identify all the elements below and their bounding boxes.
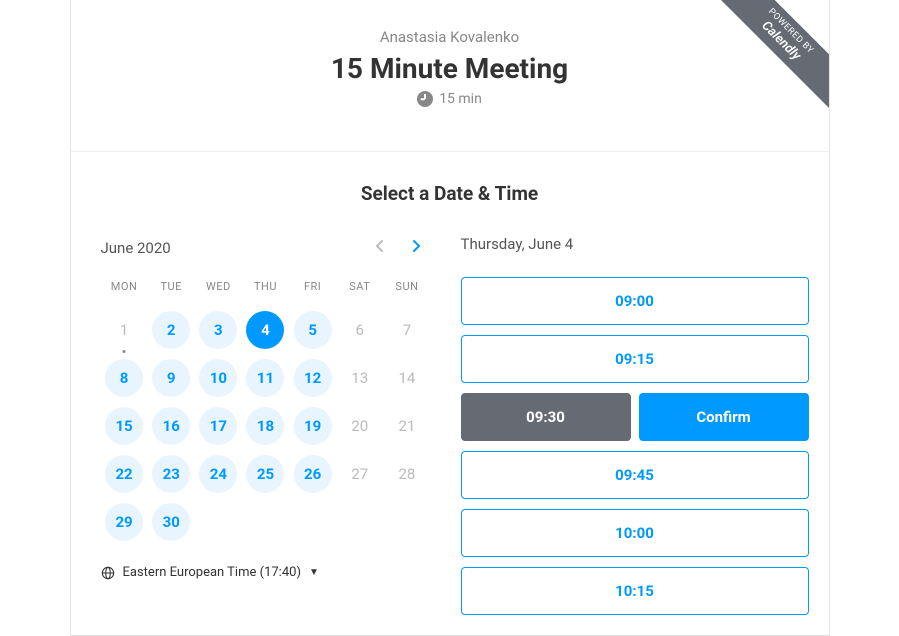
time-slots: 09:0009:1509:30Confirm09:4510:0010:15 bbox=[461, 277, 809, 615]
duration-text: 15 min bbox=[439, 91, 482, 107]
host-name: Anastasia Kovalenko bbox=[91, 28, 809, 46]
section-title: Select a Date & Time bbox=[91, 182, 809, 205]
calendar-header: June 2020 bbox=[101, 235, 431, 260]
time-slot-button[interactable]: 10:00 bbox=[461, 509, 809, 557]
calendar-day: 6 bbox=[341, 311, 379, 349]
time-slot-row: 10:00 bbox=[461, 509, 809, 557]
calendar-day: 20 bbox=[341, 407, 379, 445]
calendar-day[interactable]: 5 bbox=[294, 311, 332, 349]
calendar-day: 27 bbox=[341, 455, 379, 493]
weekday-header: TUE bbox=[148, 280, 195, 301]
prev-month-button[interactable] bbox=[371, 235, 389, 260]
header: Anastasia Kovalenko 15 Minute Meeting 15… bbox=[71, 0, 829, 152]
month-nav bbox=[371, 235, 431, 260]
calendar-day[interactable]: 17 bbox=[199, 407, 237, 445]
time-slot-button[interactable]: 09:15 bbox=[461, 335, 809, 383]
timezone-label: Eastern European Time (17:40) bbox=[123, 565, 301, 580]
body: Select a Date & Time June 2020 MONTUEWED… bbox=[71, 152, 829, 635]
time-slot-button[interactable]: 09:30 bbox=[461, 393, 631, 441]
time-slot-button[interactable]: 09:00 bbox=[461, 277, 809, 325]
calendar-day[interactable]: 10 bbox=[199, 359, 237, 397]
calendar-day[interactable]: 25 bbox=[246, 455, 284, 493]
calendar-day[interactable]: 16 bbox=[152, 407, 190, 445]
time-slot-row: 09:30Confirm bbox=[461, 393, 809, 441]
calendar-day: 28 bbox=[388, 455, 426, 493]
calendar-day[interactable]: 30 bbox=[152, 503, 190, 541]
calendar-day[interactable]: 3 bbox=[199, 311, 237, 349]
chevron-right-icon bbox=[411, 239, 421, 253]
time-slot-row: 09:00 bbox=[461, 277, 809, 325]
meeting-title: 15 Minute Meeting bbox=[91, 52, 809, 85]
confirm-button[interactable]: Confirm bbox=[639, 393, 809, 441]
calendar-day[interactable]: 11 bbox=[246, 359, 284, 397]
duration-row: 15 min bbox=[417, 91, 482, 107]
weekday-header: SAT bbox=[336, 280, 383, 301]
calendar-day: 7 bbox=[388, 311, 426, 349]
caret-down-icon: ▼ bbox=[309, 567, 319, 578]
calendar-day[interactable]: 26 bbox=[294, 455, 332, 493]
columns: June 2020 MONTUEWEDTHUFRISATSUN123456789… bbox=[91, 235, 809, 615]
booking-widget: POWERED BY Calendly Anastasia Kovalenko … bbox=[70, 0, 830, 636]
timezone-selector[interactable]: Eastern European Time (17:40) ▼ bbox=[101, 565, 431, 580]
calendar-day: 14 bbox=[388, 359, 426, 397]
calendar-day[interactable]: 9 bbox=[152, 359, 190, 397]
time-slot-button[interactable]: 09:45 bbox=[461, 451, 809, 499]
time-column: Thursday, June 4 09:0009:1509:30Confirm0… bbox=[461, 235, 809, 615]
calendar-day[interactable]: 4 bbox=[246, 311, 284, 349]
calendar-day: 21 bbox=[388, 407, 426, 445]
weekday-header: THU bbox=[242, 280, 289, 301]
time-slot-row: 09:15 bbox=[461, 335, 809, 383]
weekday-header: WED bbox=[195, 280, 242, 301]
calendar-column: June 2020 MONTUEWEDTHUFRISATSUN123456789… bbox=[91, 235, 431, 615]
chevron-left-icon bbox=[375, 239, 385, 253]
time-slot-row: 09:45 bbox=[461, 451, 809, 499]
calendar-day: 13 bbox=[341, 359, 379, 397]
calendar-day[interactable]: 2 bbox=[152, 311, 190, 349]
next-month-button[interactable] bbox=[407, 235, 425, 260]
clock-icon bbox=[417, 91, 433, 107]
calendar-day[interactable]: 15 bbox=[105, 407, 143, 445]
calendar-day: 1 bbox=[105, 311, 143, 349]
weekday-header: SUN bbox=[383, 280, 430, 301]
globe-icon bbox=[101, 566, 115, 580]
calendar-day[interactable]: 12 bbox=[294, 359, 332, 397]
calendar-day[interactable]: 22 bbox=[105, 455, 143, 493]
calendar-day[interactable]: 19 bbox=[294, 407, 332, 445]
calendar-grid: MONTUEWEDTHUFRISATSUN1234567891011121314… bbox=[101, 280, 431, 541]
selected-date-label: Thursday, June 4 bbox=[461, 235, 809, 253]
today-indicator bbox=[123, 350, 126, 353]
calendar-day[interactable]: 8 bbox=[105, 359, 143, 397]
weekday-header: MON bbox=[101, 280, 148, 301]
calendar-day[interactable]: 23 bbox=[152, 455, 190, 493]
weekday-header: FRI bbox=[289, 280, 336, 301]
calendar-day[interactable]: 18 bbox=[246, 407, 284, 445]
calendar-day[interactable]: 29 bbox=[105, 503, 143, 541]
calendar-day[interactable]: 24 bbox=[199, 455, 237, 493]
month-label: June 2020 bbox=[101, 239, 171, 257]
